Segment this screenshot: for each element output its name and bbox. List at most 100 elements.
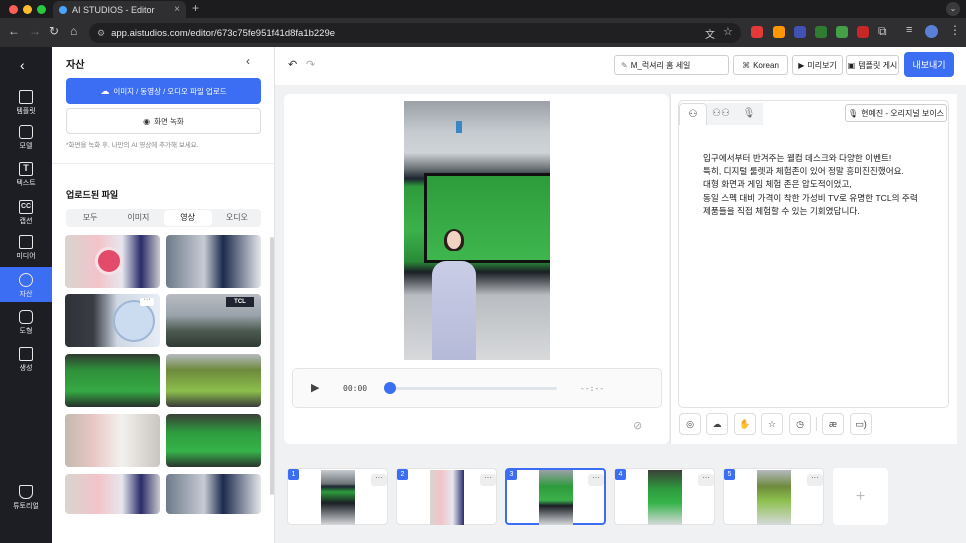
asset-thumbnail[interactable] (166, 354, 261, 407)
add-scene-button[interactable]: + (833, 468, 888, 525)
gesture-button[interactable]: ✋ (734, 413, 756, 435)
upload-file-button[interactable]: ☁ 이미지 / 동영상 / 오디오 파일 업로드 (66, 78, 261, 104)
hide-subtitle-icon[interactable]: ⊘ (633, 419, 642, 432)
avatar-dress-image (432, 261, 476, 360)
scene-card[interactable]: 4 ··· (614, 468, 715, 525)
nav-label: 자산 (19, 291, 33, 298)
forward-button[interactable]: → (29, 24, 41, 38)
tab-audio-script[interactable]: 🎙 (735, 103, 763, 125)
progress-track[interactable] (384, 387, 557, 390)
asset-thumbnail[interactable] (166, 474, 261, 514)
nav-item-media[interactable]: 미디어 (0, 235, 52, 271)
undo-icon[interactable]: ↶ (288, 58, 297, 71)
back-button[interactable]: ← (8, 24, 20, 38)
extension-icon[interactable] (773, 26, 785, 38)
language-select[interactable]: ⌘ Korean (733, 55, 788, 75)
tab-image[interactable]: 이미지 (114, 209, 162, 227)
video-preview[interactable] (404, 101, 550, 360)
record-label: 화면 녹화 (154, 116, 184, 126)
emotion-button[interactable]: ☆ (761, 413, 783, 435)
bookmark-star-icon[interactable]: ☆ (723, 25, 733, 38)
tab-video[interactable]: 영상 (163, 210, 212, 226)
preview-button[interactable]: ▶ 미리보기 (792, 55, 843, 75)
nav-label: 텍스트 (16, 180, 36, 187)
nav-item-generate[interactable]: 생성 (0, 347, 52, 383)
nav-item-shape[interactable]: 도형 (0, 310, 52, 346)
maximize-window-button[interactable] (37, 5, 46, 14)
play-icon[interactable]: ▶ (311, 381, 319, 394)
reload-button[interactable]: ↻ (49, 24, 59, 38)
extensions-puzzle-icon[interactable]: ⧉ (878, 24, 887, 39)
asset-thumbnail[interactable] (65, 354, 160, 407)
nav-item-caption[interactable]: CC 캡션 (0, 200, 52, 236)
script-editor[interactable] (678, 100, 949, 408)
current-time: 00:00 (343, 384, 368, 393)
more-options-icon[interactable]: ··· (807, 474, 823, 486)
template-post-button[interactable]: ▣ 템플릿 게시 (846, 55, 899, 75)
tab-audio[interactable]: 오디오 (213, 209, 261, 227)
minimize-window-button[interactable] (23, 5, 32, 14)
tab-multi-speaker[interactable]: ⚇⚇ (707, 103, 735, 125)
translate-icon[interactable]: 文 (705, 26, 715, 41)
extension-icon[interactable] (857, 26, 869, 38)
new-tab-button[interactable]: + (192, 1, 199, 15)
digital-roulette-image (113, 300, 155, 342)
site-info-icon[interactable]: ⚙ (97, 28, 105, 39)
pitch-button[interactable]: ☁ (706, 413, 728, 435)
nav-item-asset[interactable]: 자산 (0, 267, 52, 302)
export-button[interactable]: 내보내기 (904, 52, 954, 77)
scene-card-selected[interactable]: 3 ··· (505, 468, 606, 525)
more-options-icon[interactable]: ··· (588, 474, 604, 486)
more-options-icon[interactable]: ··· (140, 296, 154, 306)
profile-avatar[interactable] (925, 25, 938, 38)
panel-scrollbar[interactable] (270, 237, 274, 495)
reading-list-icon[interactable]: ≡ (906, 24, 912, 36)
extension-icon[interactable] (836, 26, 848, 38)
avatar-face-image (447, 231, 461, 249)
nav-item-text[interactable]: T 텍스트 (0, 162, 52, 198)
script-text[interactable]: 입구에서부터 반겨주는 웰컴 데스크와 다양한 이벤트! 특히, 디지털 룰렛과… (703, 152, 943, 218)
template-post-label: 템플릿 게시 (858, 60, 898, 70)
asset-thumbnail[interactable]: TCL (166, 294, 261, 347)
asset-thumbnail[interactable] (65, 235, 160, 288)
more-options-icon[interactable]: ··· (698, 474, 714, 486)
home-button[interactable]: ⌂ (70, 24, 77, 38)
progress-handle[interactable] (384, 382, 396, 394)
tab-single-speaker[interactable]: ⚇ (679, 103, 707, 125)
more-options-icon[interactable]: ··· (371, 474, 387, 486)
template-icon (19, 90, 33, 104)
tab-close-icon[interactable]: × (174, 4, 180, 15)
collapse-nav-icon[interactable]: ‹ (20, 57, 25, 73)
extension-icon[interactable] (794, 26, 806, 38)
nav-item-model[interactable]: 모델 (0, 125, 52, 161)
voice-effect-button[interactable]: ◎ (679, 413, 701, 435)
pronunciation-button[interactable]: æ (822, 413, 844, 435)
project-name-field[interactable]: ✎ M_럭셔리 홈 세일 (614, 55, 729, 75)
scene-card[interactable]: 2 ··· (396, 468, 497, 525)
redo-icon[interactable]: ↷ (306, 58, 315, 71)
tab-all[interactable]: 모두 (66, 209, 114, 227)
store-sign-image (456, 121, 462, 133)
extension-icon[interactable] (815, 26, 827, 38)
asset-thumbnail[interactable] (166, 414, 261, 467)
browser-menu-icon[interactable]: ⋮ (949, 23, 961, 37)
asset-thumbnail[interactable]: ··· (65, 294, 160, 347)
asset-thumbnail[interactable] (65, 474, 160, 514)
asset-thumbnail[interactable] (166, 235, 261, 288)
voice-volume-button[interactable]: ▭) (850, 413, 872, 435)
tab-search-button[interactable]: ⌄ (946, 2, 960, 16)
close-panel-icon[interactable]: ‹ (246, 54, 250, 68)
nav-item-template[interactable]: 템플릿 (0, 90, 52, 126)
voice-select-button[interactable]: 🎙 현예진 - 오리지널 보이스 (845, 104, 947, 122)
asset-thumbnail[interactable] (65, 414, 160, 467)
nav-item-tutorial[interactable]: 튜토리얼 (0, 485, 52, 521)
extension-icon[interactable] (751, 26, 763, 38)
address-bar[interactable]: ⚙ app.aistudios.com/editor/673c75fe951f4… (89, 23, 741, 43)
screen-record-button[interactable]: ◉ 화면 녹화 (66, 108, 261, 134)
more-options-icon[interactable]: ··· (480, 474, 496, 486)
browser-tab[interactable]: AI STUDIOS - Editor × (53, 1, 186, 18)
scene-card[interactable]: 5 ··· (723, 468, 824, 525)
scene-card[interactable]: 1 ··· (287, 468, 388, 525)
close-window-button[interactable] (9, 5, 18, 14)
pause-timer-button[interactable]: ◷ (789, 413, 811, 435)
